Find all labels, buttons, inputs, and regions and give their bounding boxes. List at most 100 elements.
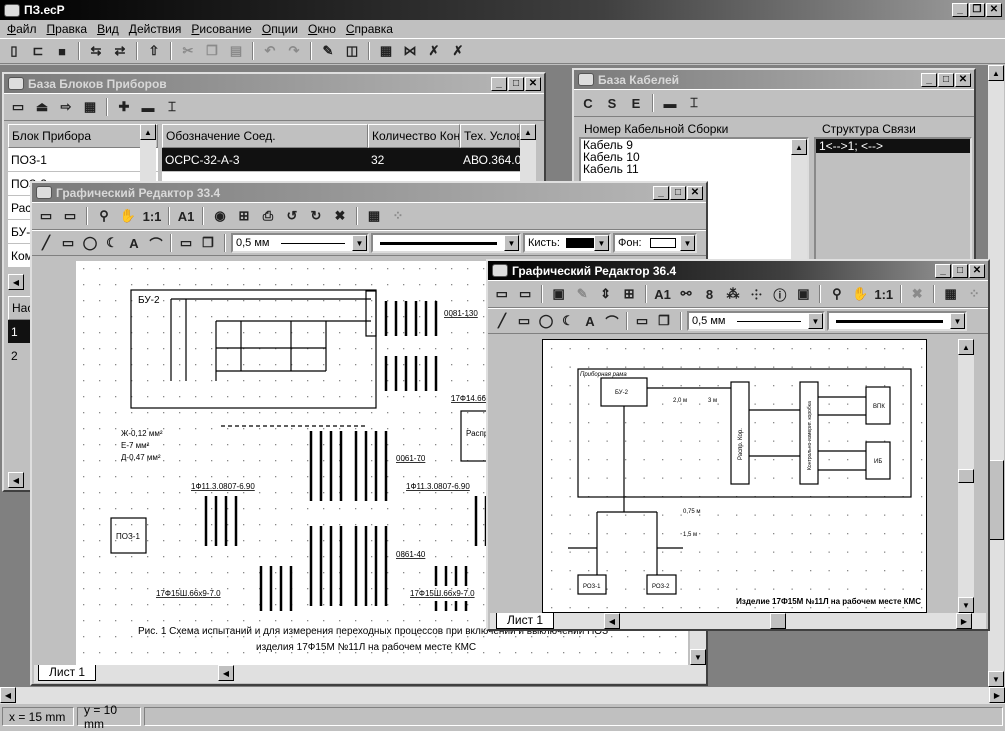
- table-row[interactable]: ОСРС-32-А-3 32 АВО.364.04: [162, 148, 536, 172]
- link-icon[interactable]: ⚯: [675, 284, 696, 304]
- editor2-canvas[interactable]: Приборная рама БУ-2 Распр. Кор. Контроль…: [542, 339, 928, 614]
- wiring-icon-1[interactable]: ✗: [423, 41, 445, 61]
- block-list-header[interactable]: Блок Прибора: [8, 124, 158, 148]
- chevron-down-icon[interactable]: ▼: [808, 313, 823, 329]
- minimize-button[interactable]: _: [921, 72, 937, 87]
- grid-icon[interactable]: ▦: [363, 206, 385, 226]
- sheet-tab-1[interactable]: Лист 1: [38, 665, 97, 681]
- scroll-thumb[interactable]: [988, 460, 1004, 540]
- list-item[interactable]: Кабель 11: [583, 163, 807, 175]
- copy-block-icon[interactable]: ⇆: [85, 41, 107, 61]
- layers-icon[interactable]: ❐: [653, 311, 675, 331]
- scroll-up-button[interactable]: ▲: [520, 124, 536, 140]
- ellipse-icon[interactable]: ◯: [79, 233, 101, 253]
- frame-icon[interactable]: ▭: [491, 284, 512, 304]
- chevron-down-icon[interactable]: ▼: [352, 235, 367, 251]
- delete-icon[interactable]: ✖: [907, 284, 928, 304]
- line-width-select[interactable]: 0,5 мм ▼: [687, 311, 825, 331]
- maximize-button[interactable]: □: [952, 263, 968, 278]
- scroll-left-button[interactable]: ◀: [604, 613, 620, 629]
- device-icon[interactable]: ▭: [7, 97, 29, 117]
- scroll-down-button[interactable]: ▼: [690, 649, 706, 665]
- pen-icon[interactable]: ✎: [571, 284, 592, 304]
- text-icon[interactable]: A: [579, 311, 601, 331]
- scroll-right-button[interactable]: ▶: [956, 613, 972, 629]
- cable-e-icon[interactable]: E: [625, 93, 647, 113]
- dots-grid-icon[interactable]: ⁘: [963, 284, 984, 304]
- minimize-button[interactable]: _: [935, 263, 951, 278]
- scroll-thumb[interactable]: [770, 613, 786, 629]
- editor2-vertical-scrollbar[interactable]: ▲ ▼: [958, 339, 974, 613]
- rectangle-icon[interactable]: ▭: [513, 311, 535, 331]
- chevron-down-icon[interactable]: ▼: [950, 313, 965, 329]
- brush-color-select[interactable]: Кисть: ▼: [523, 233, 611, 253]
- restore-button[interactable]: ❐: [969, 3, 985, 17]
- hand-icon[interactable]: ✋: [850, 284, 871, 304]
- layout-icon[interactable]: ⊞: [233, 206, 255, 226]
- connector-icon[interactable]: ⏏: [31, 97, 53, 117]
- scroll-right-button[interactable]: ▶: [989, 687, 1005, 703]
- node-icon[interactable]: 8: [699, 284, 720, 304]
- hand-icon[interactable]: ✋: [117, 206, 139, 226]
- scroll-thumb[interactable]: [958, 469, 974, 483]
- connect-icon[interactable]: ⋈: [399, 41, 421, 61]
- add-block-icon[interactable]: ⇧: [143, 41, 165, 61]
- column-header[interactable]: Обозначение Соед.: [162, 124, 368, 148]
- close-button[interactable]: ✕: [955, 72, 971, 87]
- menu-window[interactable]: Окно: [303, 22, 341, 36]
- arc-icon[interactable]: ☾: [101, 233, 123, 253]
- device-icon[interactable]: ▣: [793, 284, 814, 304]
- frame-tool-icon[interactable]: ▭: [631, 311, 653, 331]
- remove-icon[interactable]: ▬: [137, 97, 159, 117]
- curve-icon[interactable]: ⌒: [145, 233, 167, 253]
- close-button[interactable]: ✕: [969, 263, 985, 278]
- frame2-icon[interactable]: ▭: [59, 206, 81, 226]
- menu-view[interactable]: Вид: [92, 22, 124, 36]
- new-file-icon[interactable]: ▯: [3, 41, 25, 61]
- menu-actions[interactable]: Действия: [124, 22, 187, 36]
- column-header[interactable]: Количество Конт.: [368, 124, 460, 148]
- cable-c-icon[interactable]: C: [577, 93, 599, 113]
- frame2-icon[interactable]: ▭: [514, 284, 535, 304]
- frame-tool-icon[interactable]: ▭: [175, 233, 197, 253]
- cable-list-scrollbar[interactable]: ▲: [791, 139, 807, 265]
- scroll-up-button[interactable]: ▲: [791, 139, 807, 155]
- save-icon[interactable]: ■: [51, 41, 73, 61]
- line-style-select[interactable]: ▼: [827, 311, 967, 331]
- maximize-button[interactable]: □: [670, 185, 686, 200]
- scroll-up-button[interactable]: ▲: [958, 339, 974, 355]
- rotate-right-icon[interactable]: ↻: [305, 206, 327, 226]
- rotate-left-icon[interactable]: ↺: [281, 206, 303, 226]
- scroll-left-button[interactable]: ◀: [218, 665, 234, 681]
- frame-icon[interactable]: ▭: [35, 206, 57, 226]
- minimize-button[interactable]: _: [491, 76, 507, 91]
- grid-icon[interactable]: ▦: [940, 284, 961, 304]
- wiring-icon-2[interactable]: ✗: [447, 41, 469, 61]
- menu-help[interactable]: Справка: [341, 22, 398, 36]
- copy-icon[interactable]: ❐: [201, 41, 223, 61]
- format-icon[interactable]: A1: [175, 206, 197, 226]
- menu-edit[interactable]: Правка: [42, 22, 93, 36]
- layers-icon[interactable]: ❐: [197, 233, 219, 253]
- chevron-down-icon[interactable]: ▼: [594, 235, 609, 251]
- line-icon[interactable]: ╱: [491, 311, 513, 331]
- delete-icon[interactable]: ✖: [329, 206, 351, 226]
- monitor-icon[interactable]: ▣: [548, 284, 569, 304]
- open-folder-icon[interactable]: ⊏: [27, 41, 49, 61]
- list-item[interactable]: ПОЗ-1: [8, 148, 158, 172]
- background-color-select[interactable]: Фон: ▼: [613, 233, 697, 253]
- menu-options[interactable]: Опции: [257, 22, 303, 36]
- remove-icon[interactable]: ▬: [659, 93, 681, 113]
- undo-icon[interactable]: ↶: [259, 41, 281, 61]
- cable-s-icon[interactable]: S: [601, 93, 623, 113]
- ellipse-icon[interactable]: ◯: [535, 311, 557, 331]
- scroll-left-button[interactable]: ◀: [8, 472, 24, 488]
- info-icon[interactable]: ⓘ: [769, 284, 790, 304]
- window-icon[interactable]: ◫: [341, 41, 363, 61]
- close-button[interactable]: ✕: [986, 3, 1002, 17]
- redo-icon[interactable]: ↷: [283, 41, 305, 61]
- workspace-horizontal-scrollbar[interactable]: ◀ ▶: [0, 687, 1005, 704]
- arc-icon[interactable]: ☾: [557, 311, 579, 331]
- line-style-select[interactable]: ▼: [371, 233, 521, 253]
- blocks-icon[interactable]: ⊞: [618, 284, 639, 304]
